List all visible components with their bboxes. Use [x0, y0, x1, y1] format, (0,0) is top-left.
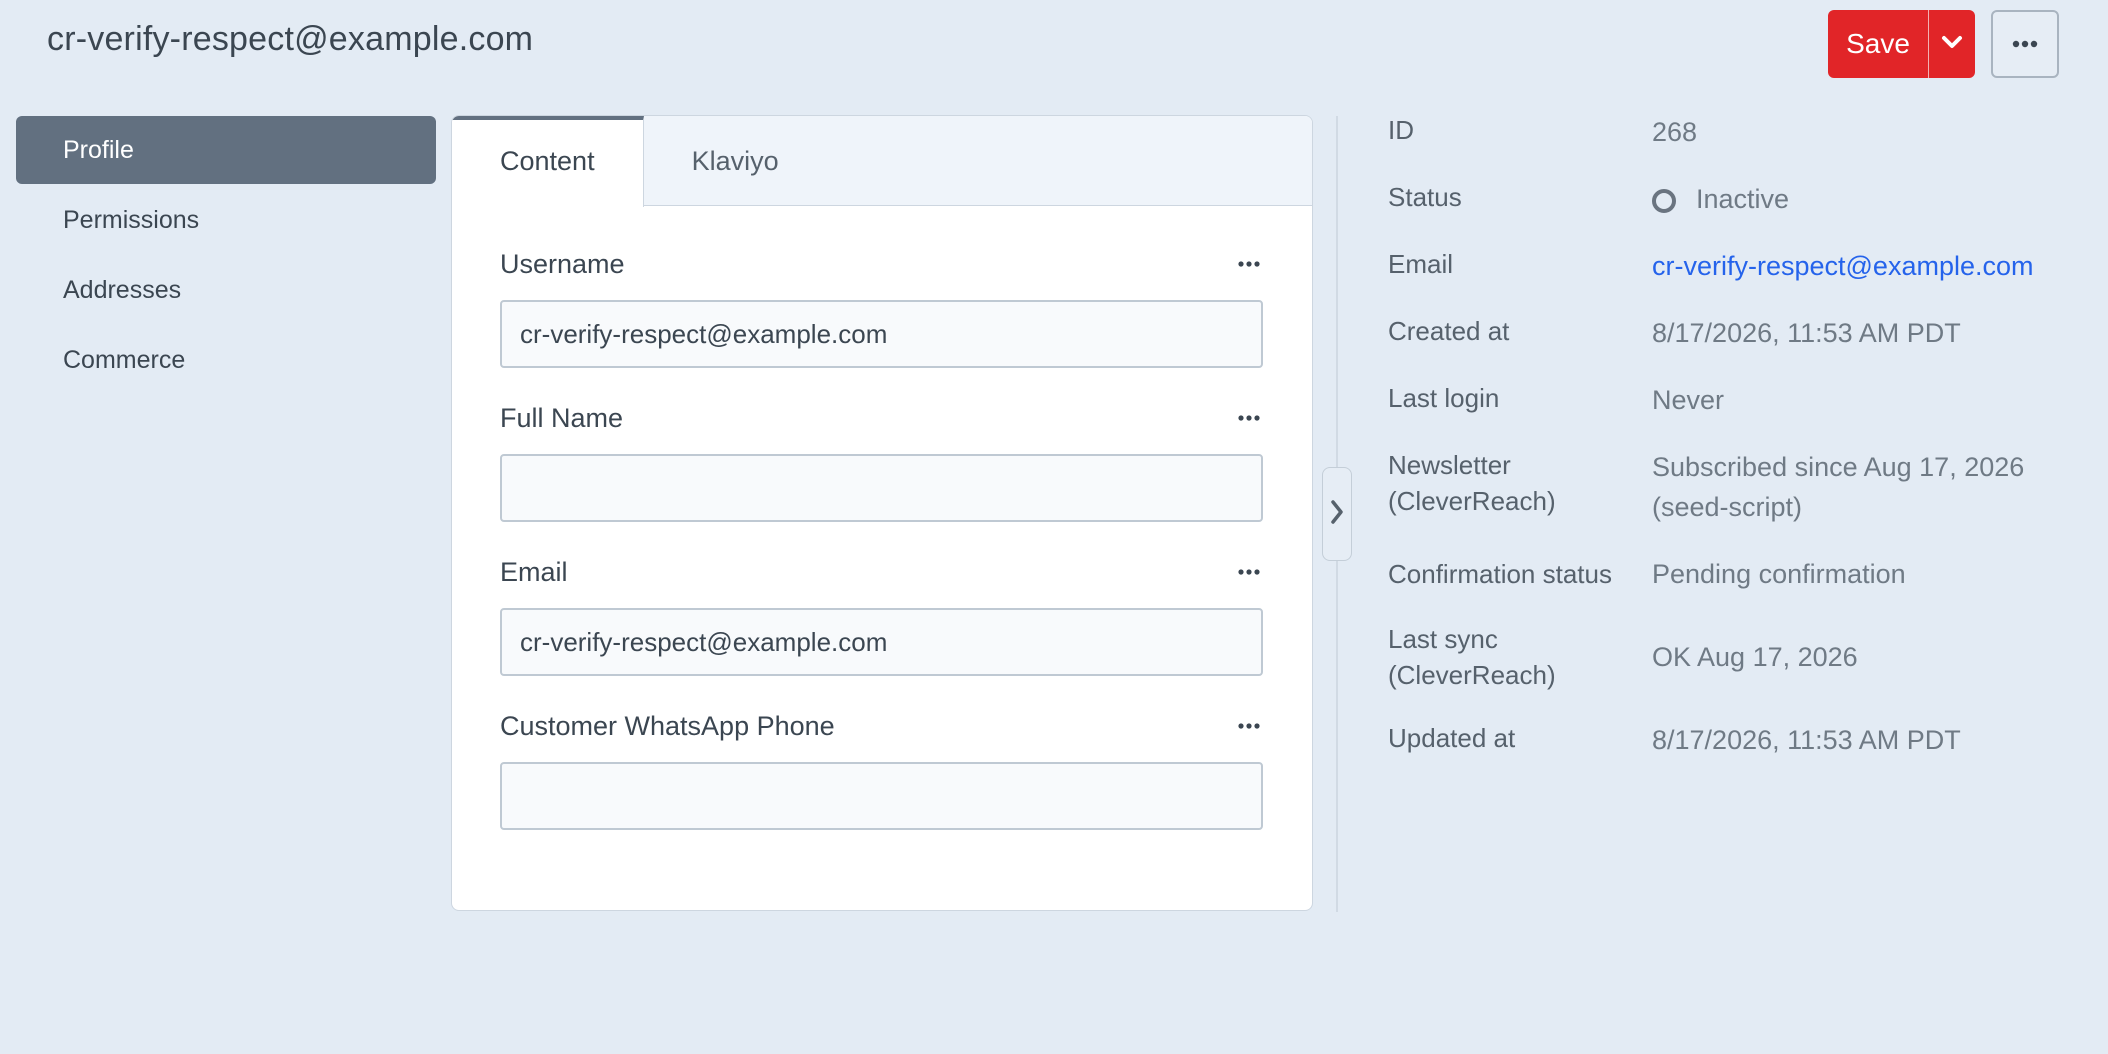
ellipsis-icon [2012, 35, 2038, 53]
detail-email: Email cr-verify-respect@example.com [1388, 246, 2068, 286]
field-label: Customer WhatsApp Phone [500, 710, 835, 741]
save-button-group: Save [1828, 10, 1975, 78]
status-badge: Inactive [1652, 179, 2052, 219]
sidebar-item-commerce[interactable]: Commerce [16, 326, 436, 394]
save-options-button[interactable] [1929, 10, 1975, 78]
sidebar-item-label: Addresses [63, 275, 182, 304]
ellipsis-icon[interactable] [1234, 711, 1264, 741]
detail-label: Email [1388, 249, 1454, 279]
detail-last-sync: Last sync (CleverReach) OK Aug 17, 2026 [1388, 621, 2068, 693]
username-input[interactable] [500, 300, 1263, 368]
full-name-input[interactable] [500, 454, 1263, 522]
field-full-name: Full Name [500, 400, 1264, 522]
detail-label: Confirmation status [1388, 559, 1612, 589]
tab-klaviyo[interactable]: Klaviyo [644, 116, 827, 206]
sidebar-item-profile[interactable]: Profile [16, 116, 436, 184]
field-whatsapp-phone: Customer WhatsApp Phone [500, 708, 1264, 830]
field-label: Username [500, 248, 625, 279]
profile-form: Username Full Name Email [452, 206, 1312, 830]
detail-label: Last login [1388, 383, 1500, 413]
collapse-sidebar-button[interactable] [1322, 467, 1352, 561]
field-label: Email [500, 556, 568, 587]
field-email: Email [500, 554, 1264, 676]
sidebar-item-label: Profile [63, 135, 134, 164]
tab-content[interactable]: Content [452, 116, 644, 207]
detail-label: Status [1388, 182, 1462, 212]
detail-updated-at: Updated at 8/17/2026, 11:53 AM PDT [1388, 720, 2068, 760]
detail-value: Never [1652, 385, 1725, 415]
detail-label: Updated at [1388, 723, 1516, 753]
ellipsis-icon[interactable] [1234, 249, 1264, 279]
chevron-down-icon [1941, 35, 1963, 54]
field-label: Full Name [500, 402, 624, 433]
email-input[interactable] [500, 608, 1263, 676]
detail-newsletter: Newsletter (CleverReach) Subscribed sinc… [1388, 447, 2068, 527]
status-text: Inactive [1696, 184, 1790, 214]
field-username: Username [500, 246, 1264, 368]
save-button[interactable]: Save [1828, 10, 1929, 78]
status-circle-icon [1652, 189, 1676, 213]
detail-status: Status Inactive [1388, 179, 2068, 219]
email-link[interactable]: cr-verify-respect@example.com [1652, 246, 2052, 286]
detail-id: ID 268 [1388, 112, 2068, 152]
page-header: cr-verify-respect@example.com Save [0, 0, 2108, 84]
detail-last-login: Last login Never [1388, 380, 2068, 420]
sidebar-item-label: Permissions [63, 205, 200, 234]
detail-label: ID [1388, 115, 1414, 145]
details-panel: ID 268 Status Inactive Email cr-verify-r… [1388, 112, 2068, 787]
sidebar-nav: Profile Permissions Addresses Commerce [16, 116, 436, 396]
sidebar-item-addresses[interactable]: Addresses [16, 256, 436, 324]
detail-label: Created at [1388, 316, 1510, 346]
chevron-right-icon [1330, 499, 1344, 530]
detail-confirmation-status: Confirmation status Pending confirmation [1388, 554, 2068, 594]
tab-bar: Content Klaviyo [452, 116, 1312, 207]
detail-label: Last sync (CleverReach) [1388, 624, 1556, 690]
detail-label: Newsletter (CleverReach) [1388, 450, 1556, 516]
ellipsis-icon[interactable] [1234, 403, 1264, 433]
more-actions-button[interactable] [1991, 10, 2059, 78]
detail-value: OK Aug 17, 2026 [1652, 642, 1858, 672]
ellipsis-icon[interactable] [1234, 557, 1264, 587]
whatsapp-phone-input[interactable] [500, 762, 1263, 830]
content-panel: Content Klaviyo Username Full Name [451, 115, 1313, 911]
page-title: cr-verify-respect@example.com [47, 20, 534, 58]
detail-value: 8/17/2026, 11:53 AM PDT [1652, 725, 1961, 755]
detail-value: Subscribed since Aug 17, 2026 (seed-scri… [1652, 452, 2025, 522]
sidebar-item-label: Commerce [63, 345, 186, 374]
detail-value: Pending confirmation [1652, 559, 1906, 589]
detail-value: 268 [1652, 117, 1698, 147]
sidebar-item-permissions[interactable]: Permissions [16, 186, 436, 254]
detail-value: 8/17/2026, 11:53 AM PDT [1652, 318, 1961, 348]
detail-created-at: Created at 8/17/2026, 11:53 AM PDT [1388, 313, 2068, 353]
